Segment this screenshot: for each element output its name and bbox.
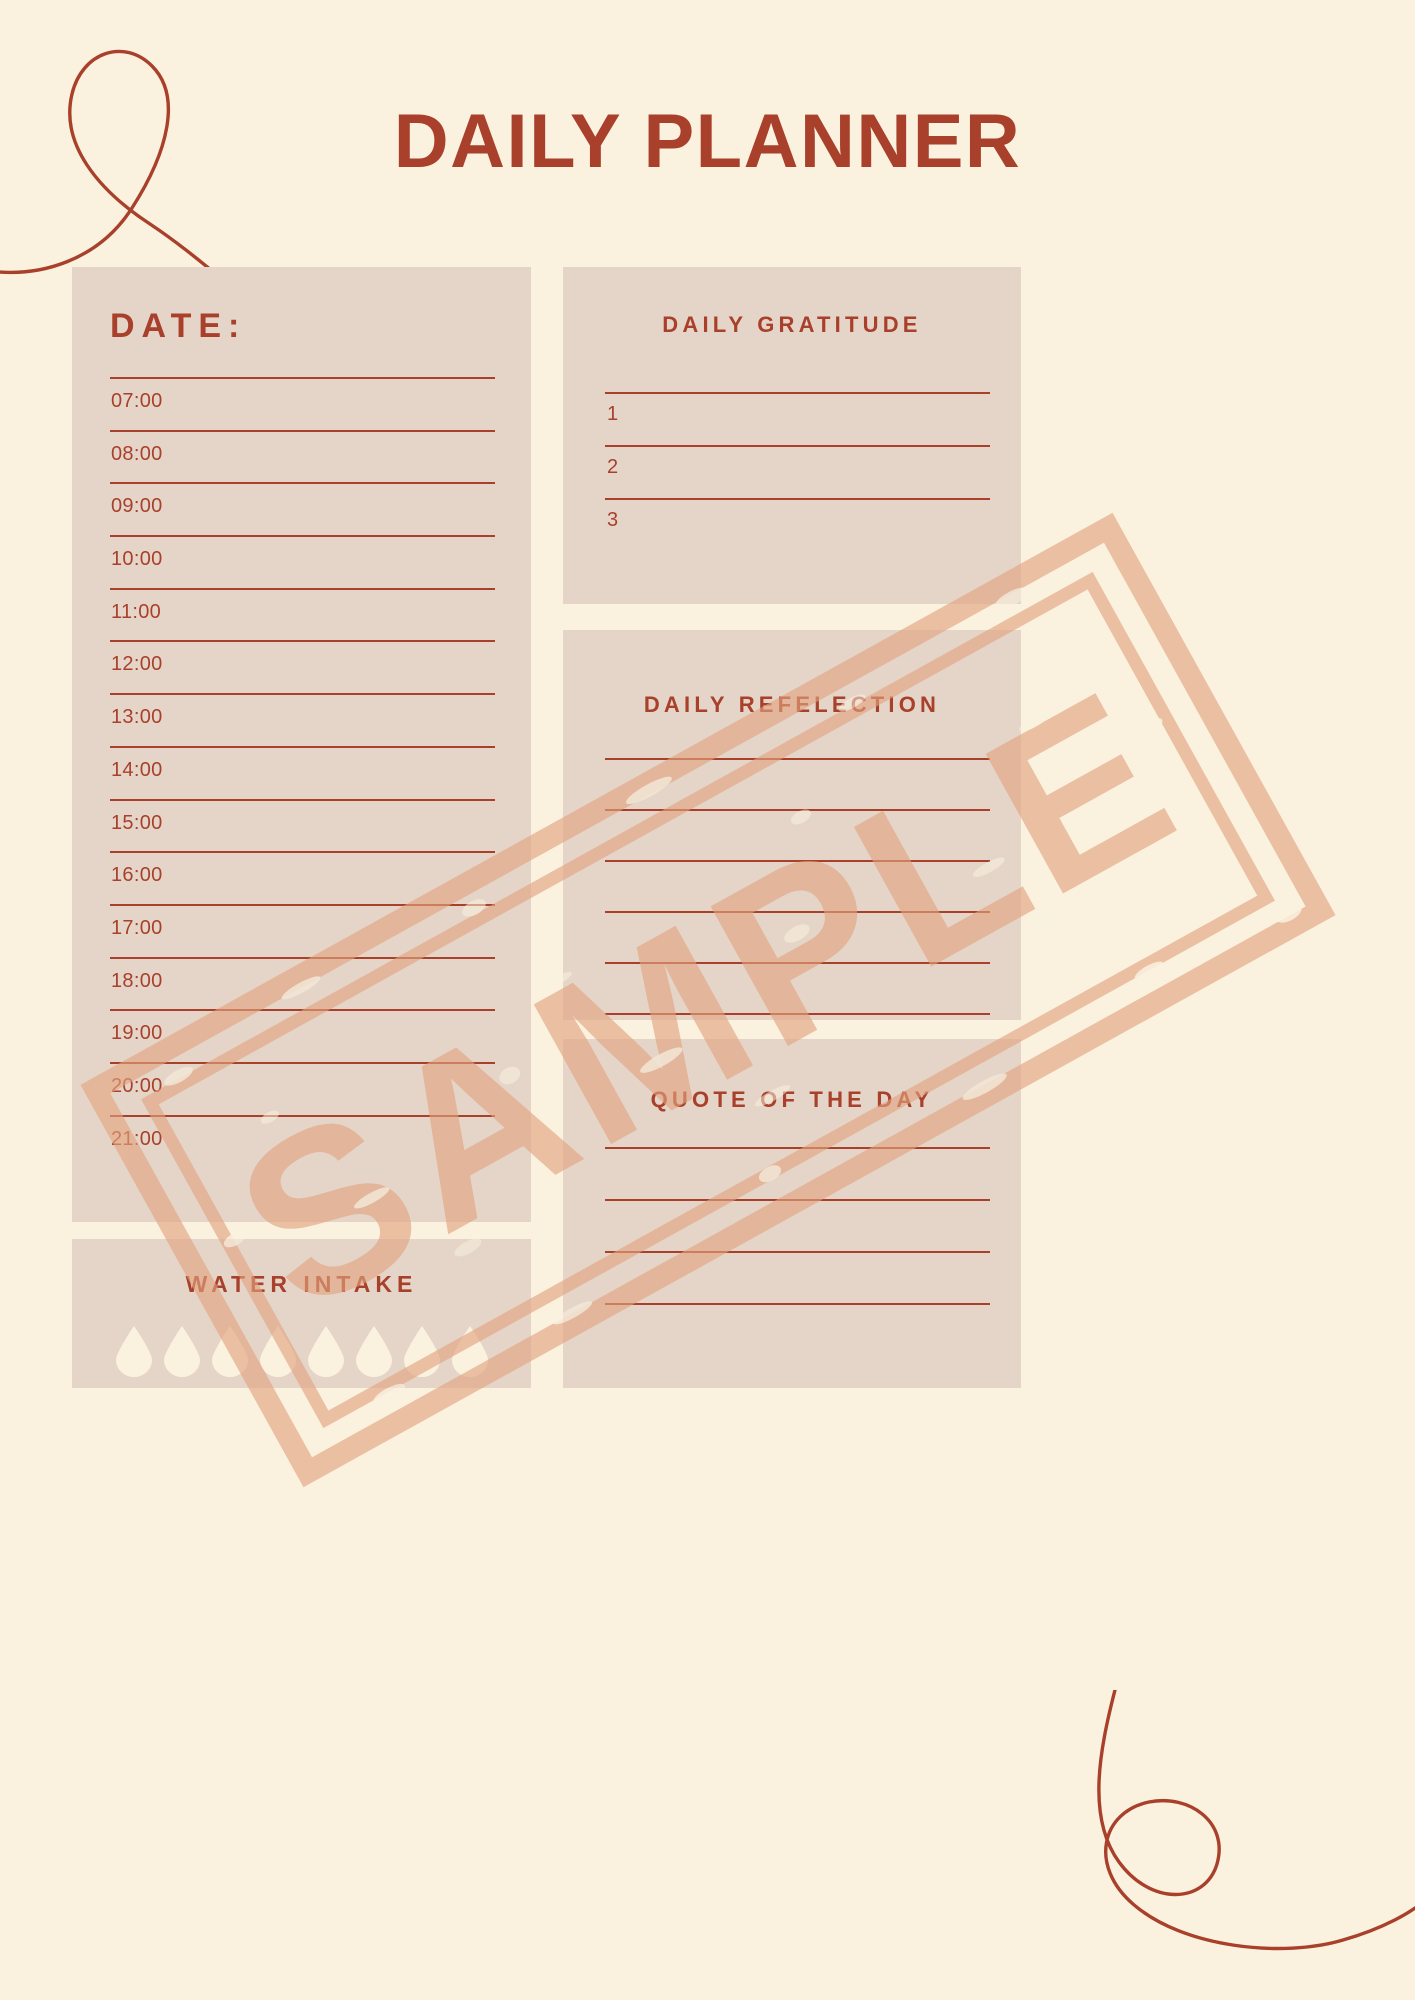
schedule-time-label: 11:00 <box>111 600 162 623</box>
page-title: DAILY PLANNER <box>393 99 1022 184</box>
reflection-line[interactable] <box>605 758 990 809</box>
schedule-time-label: 07:00 <box>111 390 163 412</box>
schedule-time-label: 16:00 <box>111 864 163 887</box>
quote-line[interactable] <box>605 1303 990 1355</box>
quote-line[interactable] <box>605 1251 990 1303</box>
schedule-time-label: 08:00 <box>111 442 163 465</box>
schedule-panel: DATE: 07:00 08:00 09:00 10:00 11:00 12:00 13:0… <box>72 267 531 1222</box>
schedule-row[interactable]: 18:00 <box>110 956 495 1010</box>
schedule-row[interactable]: 16:00 <box>110 851 495 904</box>
schedule-row[interactable]: 08:00 <box>110 429 495 483</box>
schedule-row[interactable]: 19:00 <box>110 1009 495 1062</box>
gratitude-item-number: 3 <box>607 509 619 531</box>
schedule-time-label: 15:00 <box>111 811 163 834</box>
quote-lines <box>605 1147 990 1355</box>
water-droplet-tracker <box>72 1325 531 1377</box>
schedule-time-label: 09:00 <box>111 495 163 518</box>
water-droplet-icon[interactable] <box>114 1325 154 1377</box>
schedule-time-label: 14:00 <box>111 758 163 781</box>
gratitude-line[interactable]: 1 <box>605 392 990 445</box>
water-intake-title: WATER INTAKE <box>185 1271 418 1297</box>
schedule-rows: 07:00 08:00 09:00 10:00 11:00 12:00 13:00 14:00… <box>110 377 495 1167</box>
date-label: DATE: <box>110 307 247 345</box>
daily-gratitude-panel: DAILY GRATITUDE 1 2 3 <box>563 267 1021 604</box>
schedule-time-label: 10:00 <box>111 548 163 571</box>
daily-reflection-panel: DAILY REFELECTION <box>563 630 1021 1020</box>
gratitude-item-number: 1 <box>607 403 619 425</box>
schedule-row[interactable]: 20:00 <box>110 1061 495 1115</box>
schedule-row[interactable]: 11:00 <box>110 587 495 641</box>
water-droplet-icon[interactable] <box>258 1325 298 1377</box>
quote-line[interactable] <box>605 1147 990 1199</box>
reflection-line[interactable] <box>605 860 990 911</box>
water-intake-panel: WATER INTAKE <box>72 1239 531 1388</box>
reflection-lines <box>605 758 990 1064</box>
water-droplet-icon[interactable] <box>306 1325 346 1377</box>
schedule-row[interactable]: 14:00 <box>110 745 495 799</box>
schedule-row[interactable]: 07:00 <box>110 377 495 430</box>
schedule-time-label: 17:00 <box>111 916 163 939</box>
water-droplet-icon[interactable] <box>210 1325 250 1377</box>
schedule-time-label: 18:00 <box>111 969 163 992</box>
water-droplet-icon[interactable] <box>450 1325 490 1377</box>
daily-reflection-title: DAILY REFELECTION <box>643 692 941 717</box>
quote-line[interactable] <box>605 1199 990 1251</box>
swirl-line-decoration-bottom-right <box>1097 1690 1415 1951</box>
schedule-row[interactable]: 13:00 <box>110 693 495 746</box>
reflection-line[interactable] <box>605 809 990 860</box>
water-droplet-icon[interactable] <box>162 1325 202 1377</box>
water-droplet-icon[interactable] <box>402 1325 442 1377</box>
gratitude-lines: 1 2 3 <box>605 392 990 551</box>
schedule-time-label: 13:00 <box>111 706 163 729</box>
schedule-time-label: 19:00 <box>111 1022 163 1045</box>
reflection-line[interactable] <box>605 962 990 1013</box>
schedule-row[interactable]: 21:00 <box>110 1114 495 1168</box>
daily-gratitude-title: DAILY GRATITUDE <box>662 312 922 337</box>
water-droplet-icon[interactable] <box>354 1325 394 1377</box>
gratitude-line[interactable]: 3 <box>605 498 990 551</box>
quote-of-the-day-title: QUOTE OF THE DAY <box>650 1087 934 1112</box>
schedule-time-label: 21:00 <box>111 1127 163 1150</box>
gratitude-line[interactable]: 2 <box>605 445 990 498</box>
schedule-row[interactable]: 09:00 <box>110 482 495 535</box>
schedule-time-label: 20:00 <box>111 1074 163 1097</box>
reflection-line[interactable] <box>605 911 990 962</box>
schedule-time-label: 12:00 <box>111 653 163 676</box>
schedule-row[interactable]: 12:00 <box>110 640 495 693</box>
schedule-row[interactable]: 17:00 <box>110 903 495 957</box>
schedule-row[interactable]: 10:00 <box>110 535 495 588</box>
daily-planner-page: DAILY PLANNER DATE: 07:00 08:00 09:00 10:00… <box>0 0 1415 2000</box>
quote-of-the-day-panel: QUOTE OF THE DAY <box>563 1039 1021 1388</box>
gratitude-item-number: 2 <box>607 456 619 478</box>
schedule-row[interactable]: 15:00 <box>110 798 495 852</box>
